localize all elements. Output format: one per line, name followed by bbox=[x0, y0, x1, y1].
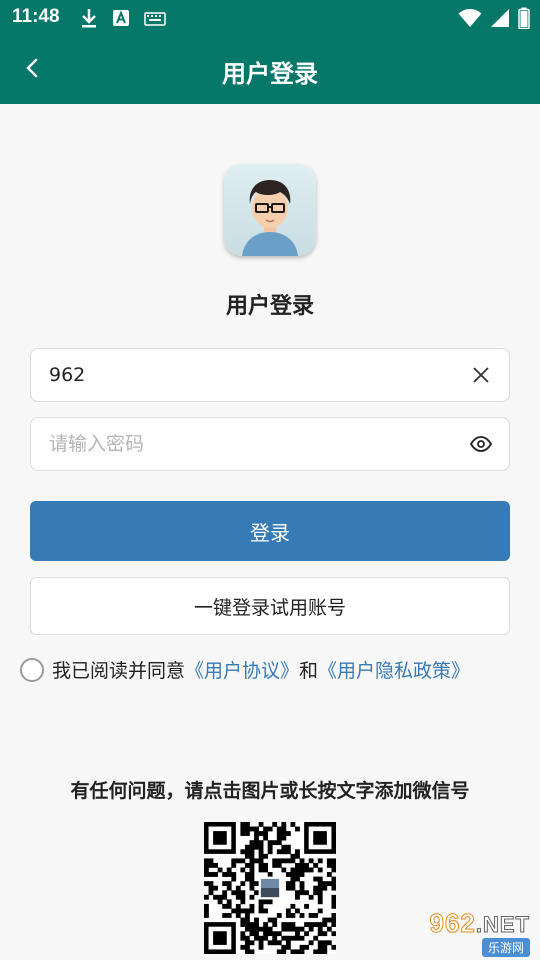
password-input[interactable] bbox=[49, 418, 449, 470]
user-agreement-link[interactable]: 《用户协议》 bbox=[185, 656, 299, 683]
page-title: 用户登录 bbox=[222, 60, 318, 88]
keyboard-icon bbox=[144, 11, 166, 30]
battery-icon bbox=[518, 7, 530, 33]
qr-code[interactable] bbox=[204, 822, 337, 955]
app-bar: 用户登录 bbox=[0, 36, 540, 104]
eye-icon[interactable] bbox=[469, 432, 493, 456]
status-time: 11:48 bbox=[12, 6, 60, 27]
watermark-brand-number: 962 bbox=[429, 908, 476, 939]
login-heading: 用户登录 bbox=[225, 294, 314, 319]
signal-icon bbox=[490, 8, 510, 32]
username-field bbox=[30, 348, 510, 402]
agreement-row: 我已阅读并同意 《用户协议》 和 《用户隐私政策》 bbox=[20, 656, 470, 683]
trial-login-button[interactable]: 一键登录试用账号 bbox=[30, 577, 510, 635]
password-field bbox=[30, 417, 510, 471]
wifi-icon bbox=[458, 8, 482, 32]
help-text[interactable]: 有任何问题，请点击图片或长按文字添加微信号 bbox=[0, 776, 540, 803]
close-icon[interactable] bbox=[469, 363, 493, 387]
agreement-and: 和 bbox=[299, 660, 319, 682]
privacy-policy-link[interactable]: 《用户隐私政策》 bbox=[318, 656, 470, 683]
watermark-brand-suffix: .NET bbox=[475, 912, 530, 938]
watermark-label: 乐游网 bbox=[481, 938, 530, 957]
status-bar: 11:48 bbox=[0, 0, 540, 36]
watermark-logo: 962.NET 乐游网 bbox=[398, 908, 536, 957]
username-input[interactable] bbox=[49, 349, 449, 401]
status-notifications bbox=[80, 7, 166, 33]
text-a-icon bbox=[112, 9, 130, 31]
agreement-prefix: 我已阅读并同意 bbox=[52, 660, 186, 682]
agree-checkbox[interactable] bbox=[20, 657, 44, 682]
status-system-icons bbox=[458, 7, 530, 33]
login-button[interactable]: 登录 bbox=[30, 501, 510, 561]
download-icon bbox=[80, 7, 98, 33]
user-avatar bbox=[224, 164, 316, 256]
watermark-brand: 962.NET bbox=[429, 908, 530, 939]
